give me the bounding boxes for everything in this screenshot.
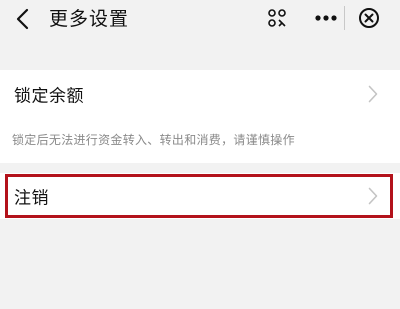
cancel-account-label: 注销	[14, 188, 49, 209]
lock-balance-hint: 锁定后无法进行资金转入、转出和消费，请谨慎操作	[12, 133, 295, 147]
lock-balance-label: 锁定余额	[14, 86, 84, 107]
chevron-right-icon	[368, 187, 378, 205]
chevron-right-icon	[368, 85, 378, 103]
lock-balance-row[interactable]: 锁定余额	[0, 70, 400, 118]
capsule-divider	[344, 6, 345, 30]
close-circle-icon[interactable]	[357, 6, 381, 30]
more-dots-icon[interactable]	[313, 7, 339, 29]
page-title: 更多设置	[49, 8, 130, 30]
mini-program-icon[interactable]	[266, 7, 288, 29]
back-arrow-icon[interactable]	[10, 7, 34, 31]
lock-balance-hint-area: 锁定后无法进行资金转入、转出和消费，请谨慎操作	[0, 118, 400, 163]
top-bar: 更多设置	[0, 0, 400, 42]
cancel-account-row[interactable]: 注销	[0, 173, 400, 219]
